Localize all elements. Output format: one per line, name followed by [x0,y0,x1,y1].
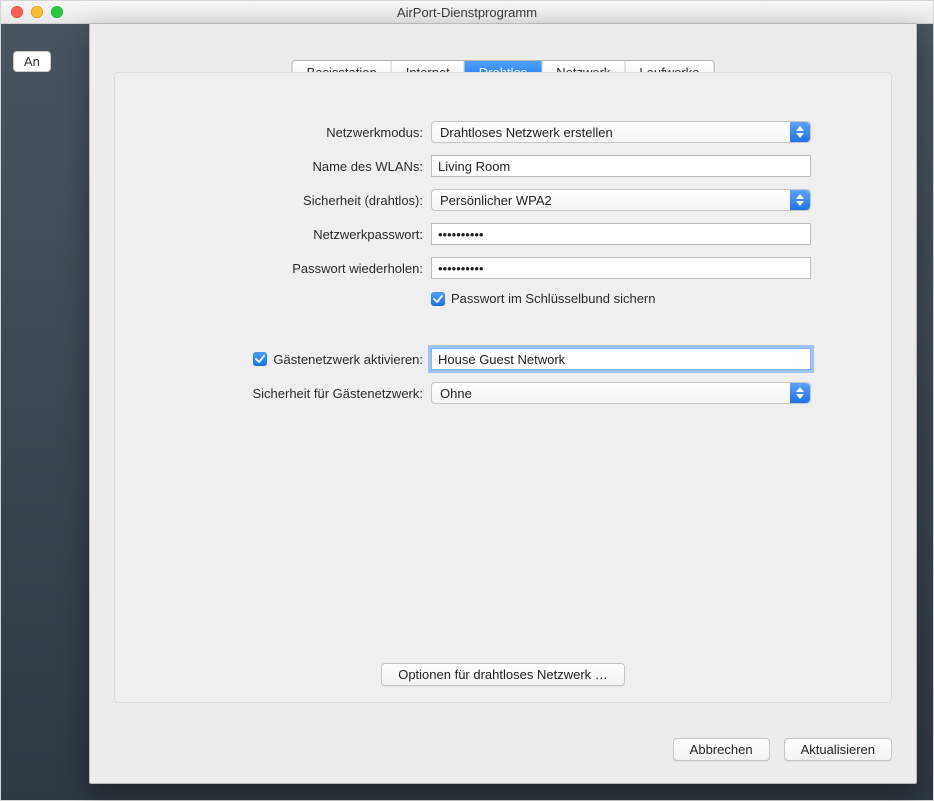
input-wlan-name[interactable] [431,155,811,177]
checkbox-guest-enable[interactable] [253,352,267,366]
input-password[interactable] [431,223,811,245]
select-security-value: Persönlicher WPA2 [440,193,552,208]
input-guest-network-name[interactable] [431,348,811,370]
background-button-partial[interactable]: An [13,51,51,72]
update-button[interactable]: Aktualisieren [784,738,892,761]
label-keychain: Passwort im Schlüsselbund sichern [451,291,655,306]
checkmark-icon [433,294,443,304]
label-guest-security: Sicherheit für Gästenetzwerk: [143,386,423,401]
up-down-chevron-icon [790,383,810,403]
input-password-repeat[interactable] [431,257,811,279]
cancel-button[interactable]: Abbrechen [673,738,770,761]
window-title: AirPort-Dienstprogramm [1,5,933,20]
window-controls [1,6,63,18]
wireless-options-button[interactable]: Optionen für drahtloses Netzwerk … [381,663,625,686]
select-guest-security-value: Ohne [440,386,472,401]
up-down-chevron-icon [790,122,810,142]
select-network-mode-value: Drahtloses Netzwerk erstellen [440,125,613,140]
options-row: Optionen für drahtloses Netzwerk … [115,663,891,686]
row-keychain: Passwort im Schlüsselbund sichern [431,291,811,306]
row-guest-enable-label: Gästenetzwerk aktivieren: [143,352,423,367]
label-security: Sicherheit (drahtlos): [143,193,423,208]
checkmark-icon [255,354,265,364]
zoom-icon[interactable] [51,6,63,18]
settings-sheet: Basisstation Internet Drahtlos Netzwerk … [89,23,917,784]
titlebar: AirPort-Dienstprogramm [1,1,933,24]
select-network-mode[interactable]: Drahtloses Netzwerk erstellen [431,121,811,143]
wireless-form: Netzwerkmodus: Drahtloses Netzwerk erste… [143,121,863,404]
label-password-repeat: Passwort wiederholen: [143,261,423,276]
select-security[interactable]: Persönlicher WPA2 [431,189,811,211]
minimize-icon[interactable] [31,6,43,18]
up-down-chevron-icon [790,190,810,210]
wireless-panel: Netzwerkmodus: Drahtloses Netzwerk erste… [114,72,892,703]
close-icon[interactable] [11,6,23,18]
label-wlan-name: Name des WLANs: [143,159,423,174]
select-guest-security[interactable]: Ohne [431,382,811,404]
label-password: Netzwerkpasswort: [143,227,423,242]
label-network-mode: Netzwerkmodus: [143,125,423,140]
label-guest-enable: Gästenetzwerk aktivieren: [273,352,423,367]
sheet-footer: Abbrechen Aktualisieren [673,738,892,761]
checkbox-keychain[interactable] [431,292,445,306]
app-window: AirPort-Dienstprogramm An Basisstation I… [0,0,934,801]
